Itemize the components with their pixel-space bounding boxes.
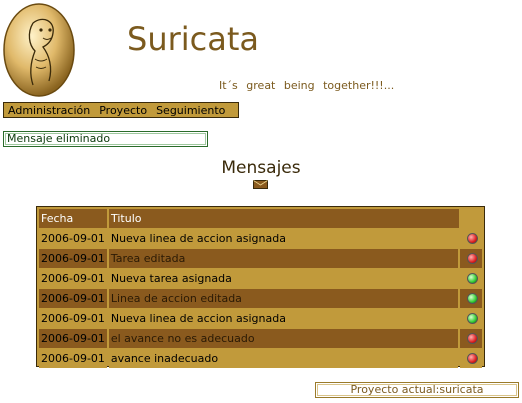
red-light-icon	[466, 353, 478, 364]
row-title[interactable]: Nueva tarea asignada	[108, 269, 459, 288]
row-title[interactable]: el avance no es adecuado	[108, 329, 459, 348]
column-header-date: Fecha	[39, 209, 107, 228]
messages-title: Mensajes	[221, 158, 301, 178]
row-date: 2006-09-01	[39, 309, 107, 328]
table-row[interactable]: 2006-09-01 Nueva linea de accion asignad…	[39, 309, 482, 328]
red-light-icon	[466, 333, 478, 344]
row-date: 2006-09-01	[39, 229, 107, 248]
row-date: 2006-09-01	[39, 249, 107, 268]
main-menu: Administración Proyecto Seguimiento	[3, 102, 239, 118]
row-date: 2006-09-01	[39, 289, 107, 308]
status-indicator	[460, 329, 482, 348]
row-title[interactable]: avance inadecuado	[108, 349, 459, 368]
table-row[interactable]: 2006-09-01 el avance no es adecuado	[39, 329, 482, 348]
app-title: Suricata	[127, 20, 259, 58]
row-title[interactable]: Linea de accion editada	[108, 289, 459, 308]
red-light-icon	[466, 233, 478, 244]
status-indicator	[460, 269, 482, 288]
table-header-row: Fecha Titulo	[39, 209, 482, 228]
status-indicator	[460, 229, 482, 248]
table-row[interactable]: 2006-09-01 avance inadecuado	[39, 349, 482, 368]
row-title[interactable]: Nueva linea de accion asignada	[108, 229, 459, 248]
row-date: 2006-09-01	[39, 269, 107, 288]
table-row[interactable]: 2006-09-01 Nueva tarea asignada	[39, 269, 482, 288]
status-indicator	[460, 309, 482, 328]
red-light-icon	[466, 253, 478, 264]
column-header-title: Titulo	[109, 209, 459, 228]
green-light-icon	[466, 313, 478, 324]
row-title[interactable]: Nueva linea de accion asignada	[108, 309, 459, 328]
menu-item-proyecto[interactable]: Proyecto	[99, 104, 147, 117]
meerkat-logo	[3, 3, 75, 97]
row-date: 2006-09-01	[39, 329, 107, 348]
table-row[interactable]: 2006-09-01 Tarea editada	[39, 249, 482, 268]
green-light-icon	[466, 293, 478, 304]
status-indicator	[460, 289, 482, 308]
row-date: 2006-09-01	[39, 349, 107, 368]
menu-item-seguimiento[interactable]: Seguimiento	[156, 104, 225, 117]
envelope-icon[interactable]	[253, 180, 268, 189]
menu-item-administracion[interactable]: Administración	[8, 104, 90, 117]
tagline: It´s great being together!!!...	[219, 79, 395, 92]
table-row[interactable]: 2006-09-01 Linea de accion editada	[39, 289, 482, 308]
messages-table: Fecha Titulo 2006-09-01 Nueva linea de a…	[36, 206, 485, 368]
status-indicator	[460, 249, 482, 268]
green-light-icon	[466, 273, 478, 284]
status-indicator	[460, 349, 482, 368]
status-notice: Mensaje eliminado	[3, 131, 208, 147]
table-row[interactable]: 2006-09-01 Nueva linea de accion asignad…	[39, 229, 482, 248]
row-title[interactable]: Tarea editada	[108, 249, 459, 268]
current-project-label: Proyecto actual:suricata	[315, 382, 519, 398]
